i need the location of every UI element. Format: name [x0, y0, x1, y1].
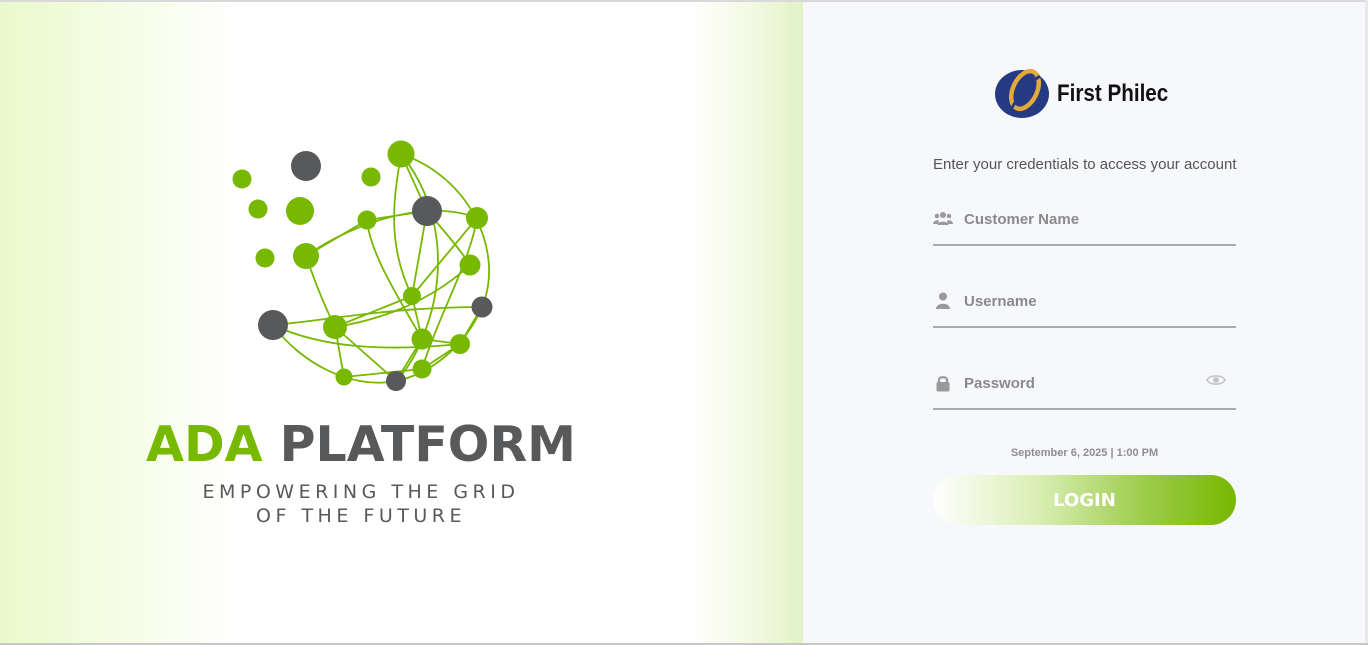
brand-title-platform: PLATFORM [279, 416, 576, 473]
brand-title-ada: ADA [146, 416, 263, 473]
login-subtitle: Enter your credentials to access your ac… [933, 156, 1237, 173]
customer-name-field[interactable] [933, 206, 1236, 246]
eye-icon[interactable] [1206, 372, 1226, 388]
login-button[interactable]: LOGIN [933, 475, 1236, 525]
brand-title: ADA PLATFORM [0, 416, 722, 474]
company-logo-mark [995, 68, 1049, 118]
password-field[interactable] [933, 370, 1236, 410]
user-icon [936, 292, 950, 309]
globe-network-logo [232, 140, 493, 391]
tagline-line-2: OF THE FUTURE [256, 505, 466, 527]
datetime-label: September 6, 2025 | 1:00 PM [1010, 447, 1159, 459]
tagline-line-1: EMPOWERING THE GRID [202, 481, 520, 503]
brand-panel: ADA PLATFORM EMPOWERING THE GRID OF THE … [0, 2, 803, 643]
users-icon [933, 212, 953, 225]
username-field[interactable] [933, 288, 1236, 328]
username-input[interactable] [964, 288, 1214, 314]
lock-icon [936, 376, 950, 392]
password-input[interactable] [964, 370, 1214, 396]
customer-name-input[interactable] [964, 206, 1214, 232]
company-logo: First Philec [994, 66, 1169, 122]
company-name: First Philec [1057, 80, 1169, 107]
